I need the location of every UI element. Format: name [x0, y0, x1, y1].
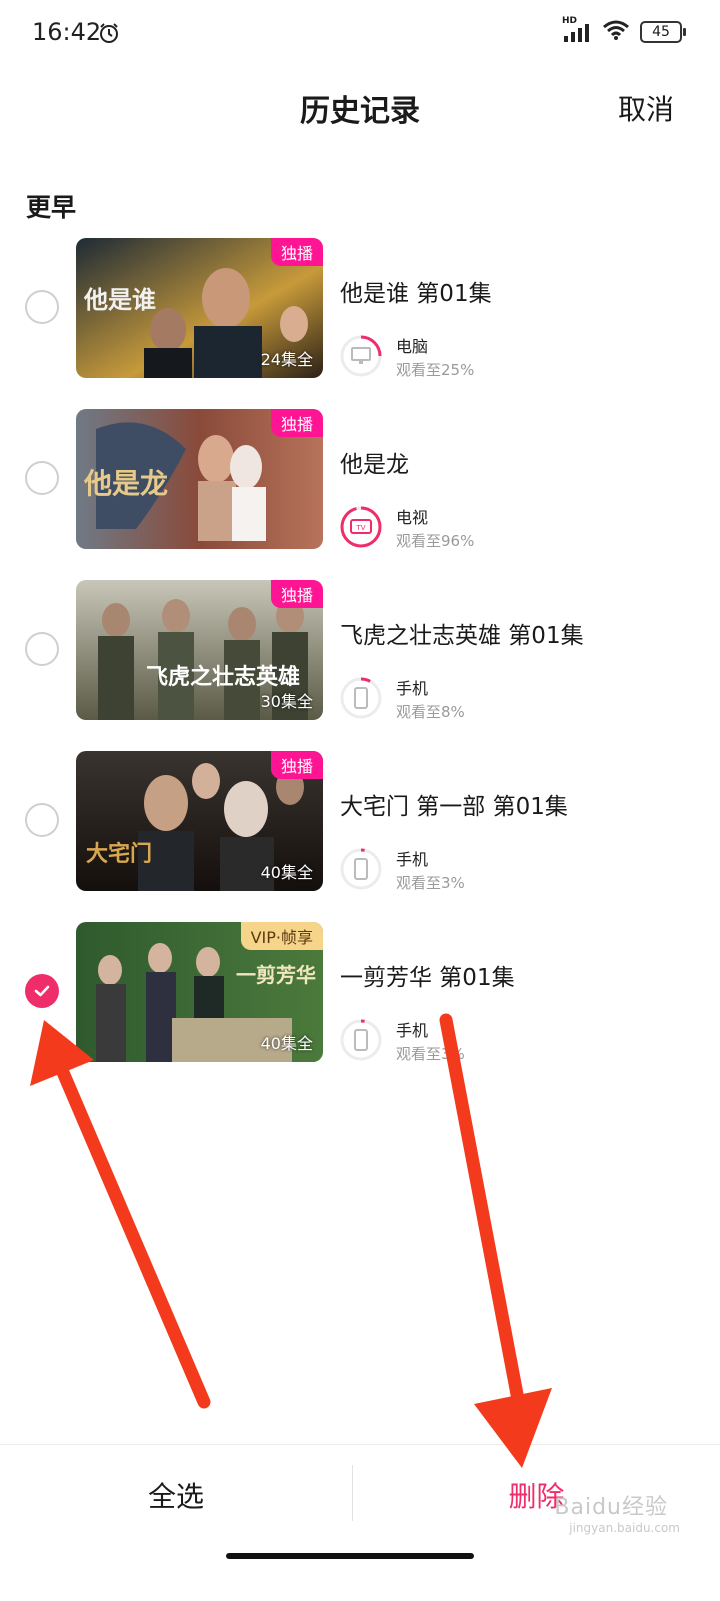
history-item[interactable]: 飞虎之壮志英雄 独播 30集全 飞虎之壮志英雄 第01集 手机 观看至8%	[0, 580, 720, 722]
exclusive-badge: 独播	[270, 751, 323, 779]
history-item[interactable]: 一剪芳华 VIP·帧享 40集全 一剪芳华 第01集 手机 观看至3%	[0, 922, 720, 1064]
select-checkbox[interactable]	[25, 632, 59, 666]
watch-progress-ring	[340, 335, 382, 377]
poster-title-text: 他是谁	[83, 286, 156, 314]
watch-progress-text: 观看至3%	[396, 874, 465, 892]
watermark-url: jingyan.baidu.com	[569, 1521, 680, 1535]
device-name: 手机	[396, 850, 429, 869]
page-title: 历史记录	[300, 94, 420, 129]
bottom-action-bar: 全选 删除 Baidu经验 jingyan.baidu.com	[0, 1444, 720, 1601]
watch-progress-text: 观看至8%	[396, 703, 465, 721]
home-indicator[interactable]	[226, 1553, 474, 1559]
poster-title-text: 一剪芳华	[236, 963, 316, 987]
video-title[interactable]: 一剪芳华 第01集	[340, 958, 515, 992]
poster-title-text: 飞虎之壮志英雄	[146, 664, 300, 690]
status-time: 16:42	[32, 18, 102, 46]
watch-progress-text: 观看至3%	[396, 1045, 465, 1063]
select-checkbox-checked[interactable]	[25, 974, 59, 1008]
select-checkbox[interactable]	[25, 803, 59, 837]
status-bar: 16:42 HD 45	[0, 0, 720, 66]
watch-progress-ring	[340, 848, 382, 890]
video-title[interactable]: 他是龙	[340, 445, 409, 479]
watch-progress-text: 观看至96%	[396, 532, 475, 550]
video-thumbnail[interactable]: 他是谁 独播 24集全	[76, 238, 323, 378]
arrow-to-checkbox-icon	[30, 1020, 211, 1409]
watermark: Baidu经验	[554, 1495, 668, 1520]
video-thumbnail[interactable]: 大宅门 独播 40集全	[76, 751, 323, 891]
battery-icon: 45	[640, 21, 686, 43]
arrow-to-delete-icon	[439, 1013, 552, 1468]
episode-count: 30集全	[260, 692, 313, 711]
history-item[interactable]: 他是龙 独播 他是龙 TV 电视 观看至96%	[0, 409, 720, 551]
poster-title-text: 大宅门	[86, 841, 152, 867]
episode-count: 40集全	[260, 863, 313, 882]
hd-label: HD	[562, 16, 578, 26]
exclusive-badge: 独播	[270, 238, 323, 266]
video-thumbnail[interactable]: 飞虎之壮志英雄 独播 30集全	[76, 580, 323, 720]
device-name: 电视	[396, 508, 429, 527]
video-title[interactable]: 他是谁 第01集	[340, 274, 492, 308]
watch-progress-ring	[340, 677, 382, 719]
checkmark-icon	[34, 985, 50, 997]
video-title[interactable]: 大宅门 第一部 第01集	[340, 787, 568, 821]
alarm-clock-icon	[98, 22, 120, 44]
episode-count: 40集全	[260, 1034, 313, 1053]
watch-progress-text: 观看至25%	[396, 361, 475, 379]
history-item[interactable]: 他是谁 独播 24集全 他是谁 第01集 电脑 观看至25%	[0, 238, 720, 380]
select-checkbox[interactable]	[25, 461, 59, 495]
device-name: 电脑	[396, 337, 429, 356]
svg-text:TV: TV	[355, 524, 365, 532]
cell-signal-icon: HD	[562, 16, 592, 44]
vip-badge: VIP·帧享	[240, 922, 323, 950]
video-thumbnail[interactable]: 一剪芳华 VIP·帧享 40集全	[76, 922, 323, 1062]
video-title[interactable]: 飞虎之壮志英雄 第01集	[340, 616, 584, 650]
poster-title-text: 他是龙	[83, 467, 168, 500]
status-icons: HD 45	[562, 16, 686, 46]
wifi-icon	[602, 19, 630, 45]
exclusive-badge: 独播	[270, 580, 323, 608]
device-name: 手机	[396, 679, 429, 698]
watch-progress-ring	[340, 1019, 382, 1061]
exclusive-badge: 独播	[270, 409, 323, 437]
video-thumbnail[interactable]: 他是龙 独播	[76, 409, 323, 549]
watch-progress-ring: TV	[340, 506, 382, 548]
cancel-button[interactable]: 取消	[618, 88, 674, 128]
device-name: 手机	[396, 1021, 429, 1040]
episode-count: 24集全	[260, 350, 313, 369]
select-all-button[interactable]: 全选	[0, 1445, 352, 1545]
history-item[interactable]: 大宅门 独播 40集全 大宅门 第一部 第01集 手机 观看至3%	[0, 751, 720, 893]
section-label-earlier: 更早	[26, 193, 77, 222]
select-checkbox[interactable]	[25, 290, 59, 324]
